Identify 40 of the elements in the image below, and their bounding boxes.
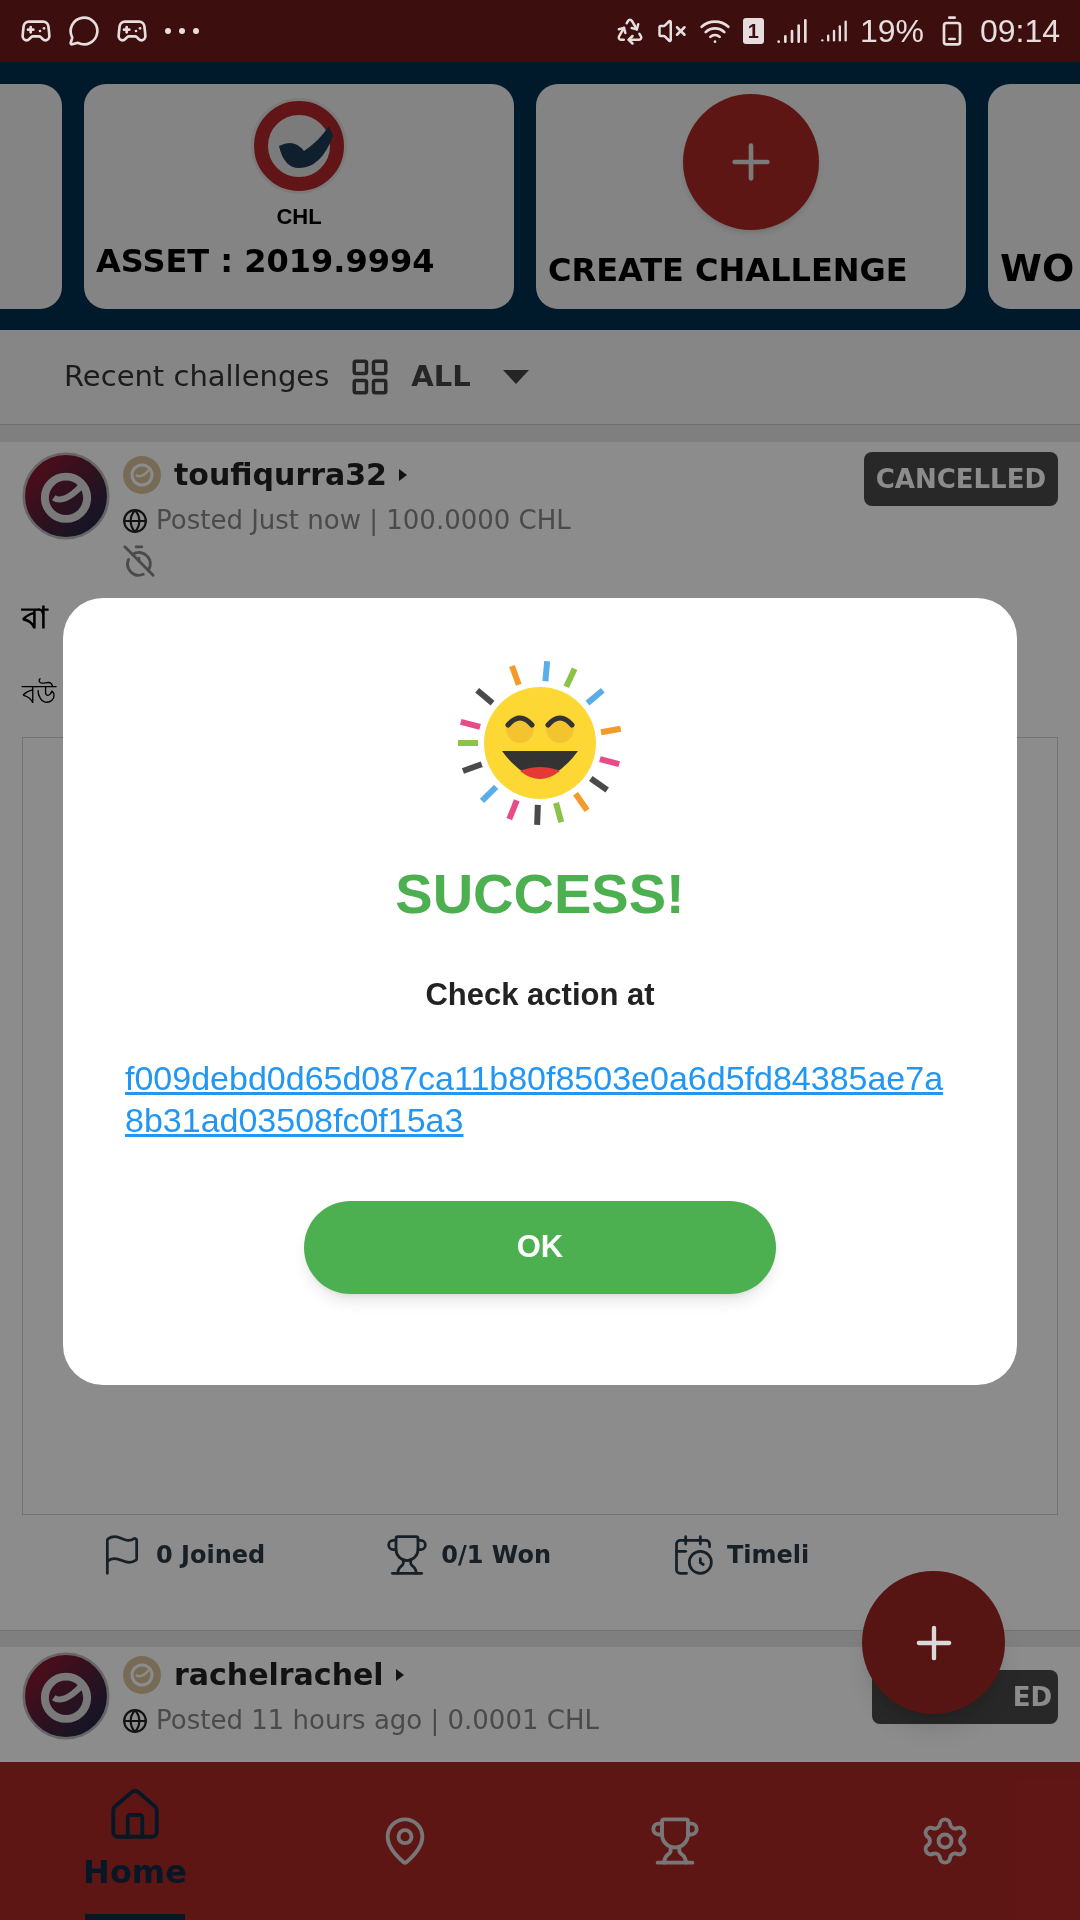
clock: 09:14: [979, 12, 1060, 51]
challenge-card[interactable]: WO: [988, 83, 1080, 309]
card-label: CREATE CHALLENGE: [547, 249, 908, 291]
stat-label: Timeli: [726, 1540, 810, 1571]
username[interactable]: toufiqurra32: [174, 452, 387, 497]
create-challenge-card[interactable]: CREATE CHALLENGE: [536, 83, 966, 309]
card-label: WO: [1000, 244, 1075, 292]
asset-card[interactable]: CHL ASSET : 2019.9994: [84, 83, 514, 309]
post-body: বউ: [22, 677, 56, 711]
globe-icon: [122, 507, 148, 534]
dialog-message: Check action at: [425, 976, 655, 1014]
status-badge: CANCELLED: [863, 452, 1058, 506]
timer-off-icon: [122, 544, 156, 578]
more-icon: [164, 27, 200, 35]
asset-value: ASSET : 2019.9994: [95, 240, 435, 282]
username[interactable]: rachelrachel: [174, 1652, 384, 1697]
badge-text: ED: [1012, 1684, 1052, 1710]
battery-percent: 19%: [859, 12, 924, 51]
caret-icon: [398, 468, 407, 481]
avatar-icon: [22, 452, 110, 540]
caret-icon: [395, 1668, 404, 1681]
filter-dropdown[interactable]: ALL: [411, 355, 529, 399]
avatar-icon: [22, 1652, 110, 1740]
post-meta: Posted 11 hours ago | 0.0001 CHL: [156, 1704, 599, 1738]
coin-icon: [122, 454, 162, 495]
sim-badge: 1: [742, 18, 764, 44]
stat-label: 0/1 Won: [441, 1540, 551, 1571]
dialog-title: SUCCESS!: [395, 866, 685, 922]
trophy-icon: [649, 1815, 701, 1867]
filter-label: Recent challenges: [64, 358, 330, 396]
trophy-icon: [385, 1533, 430, 1577]
coin-icon: [122, 1654, 162, 1695]
coin-logo-icon: [249, 95, 349, 196]
dropdown-arrow-icon: [502, 370, 529, 384]
post-title: বা: [22, 598, 48, 637]
transaction-link[interactable]: f009debd0d65d087ca11b80f8503e0a6d5fd84385ae7a8b31ad03508fc0f15a3: [125, 1056, 955, 1141]
stat-label: 0 Joined: [156, 1540, 266, 1571]
token-label: CHL: [276, 202, 322, 231]
globe-icon: [122, 1707, 148, 1734]
post-meta: Posted Just now | 100.0000 CHL: [156, 504, 571, 538]
